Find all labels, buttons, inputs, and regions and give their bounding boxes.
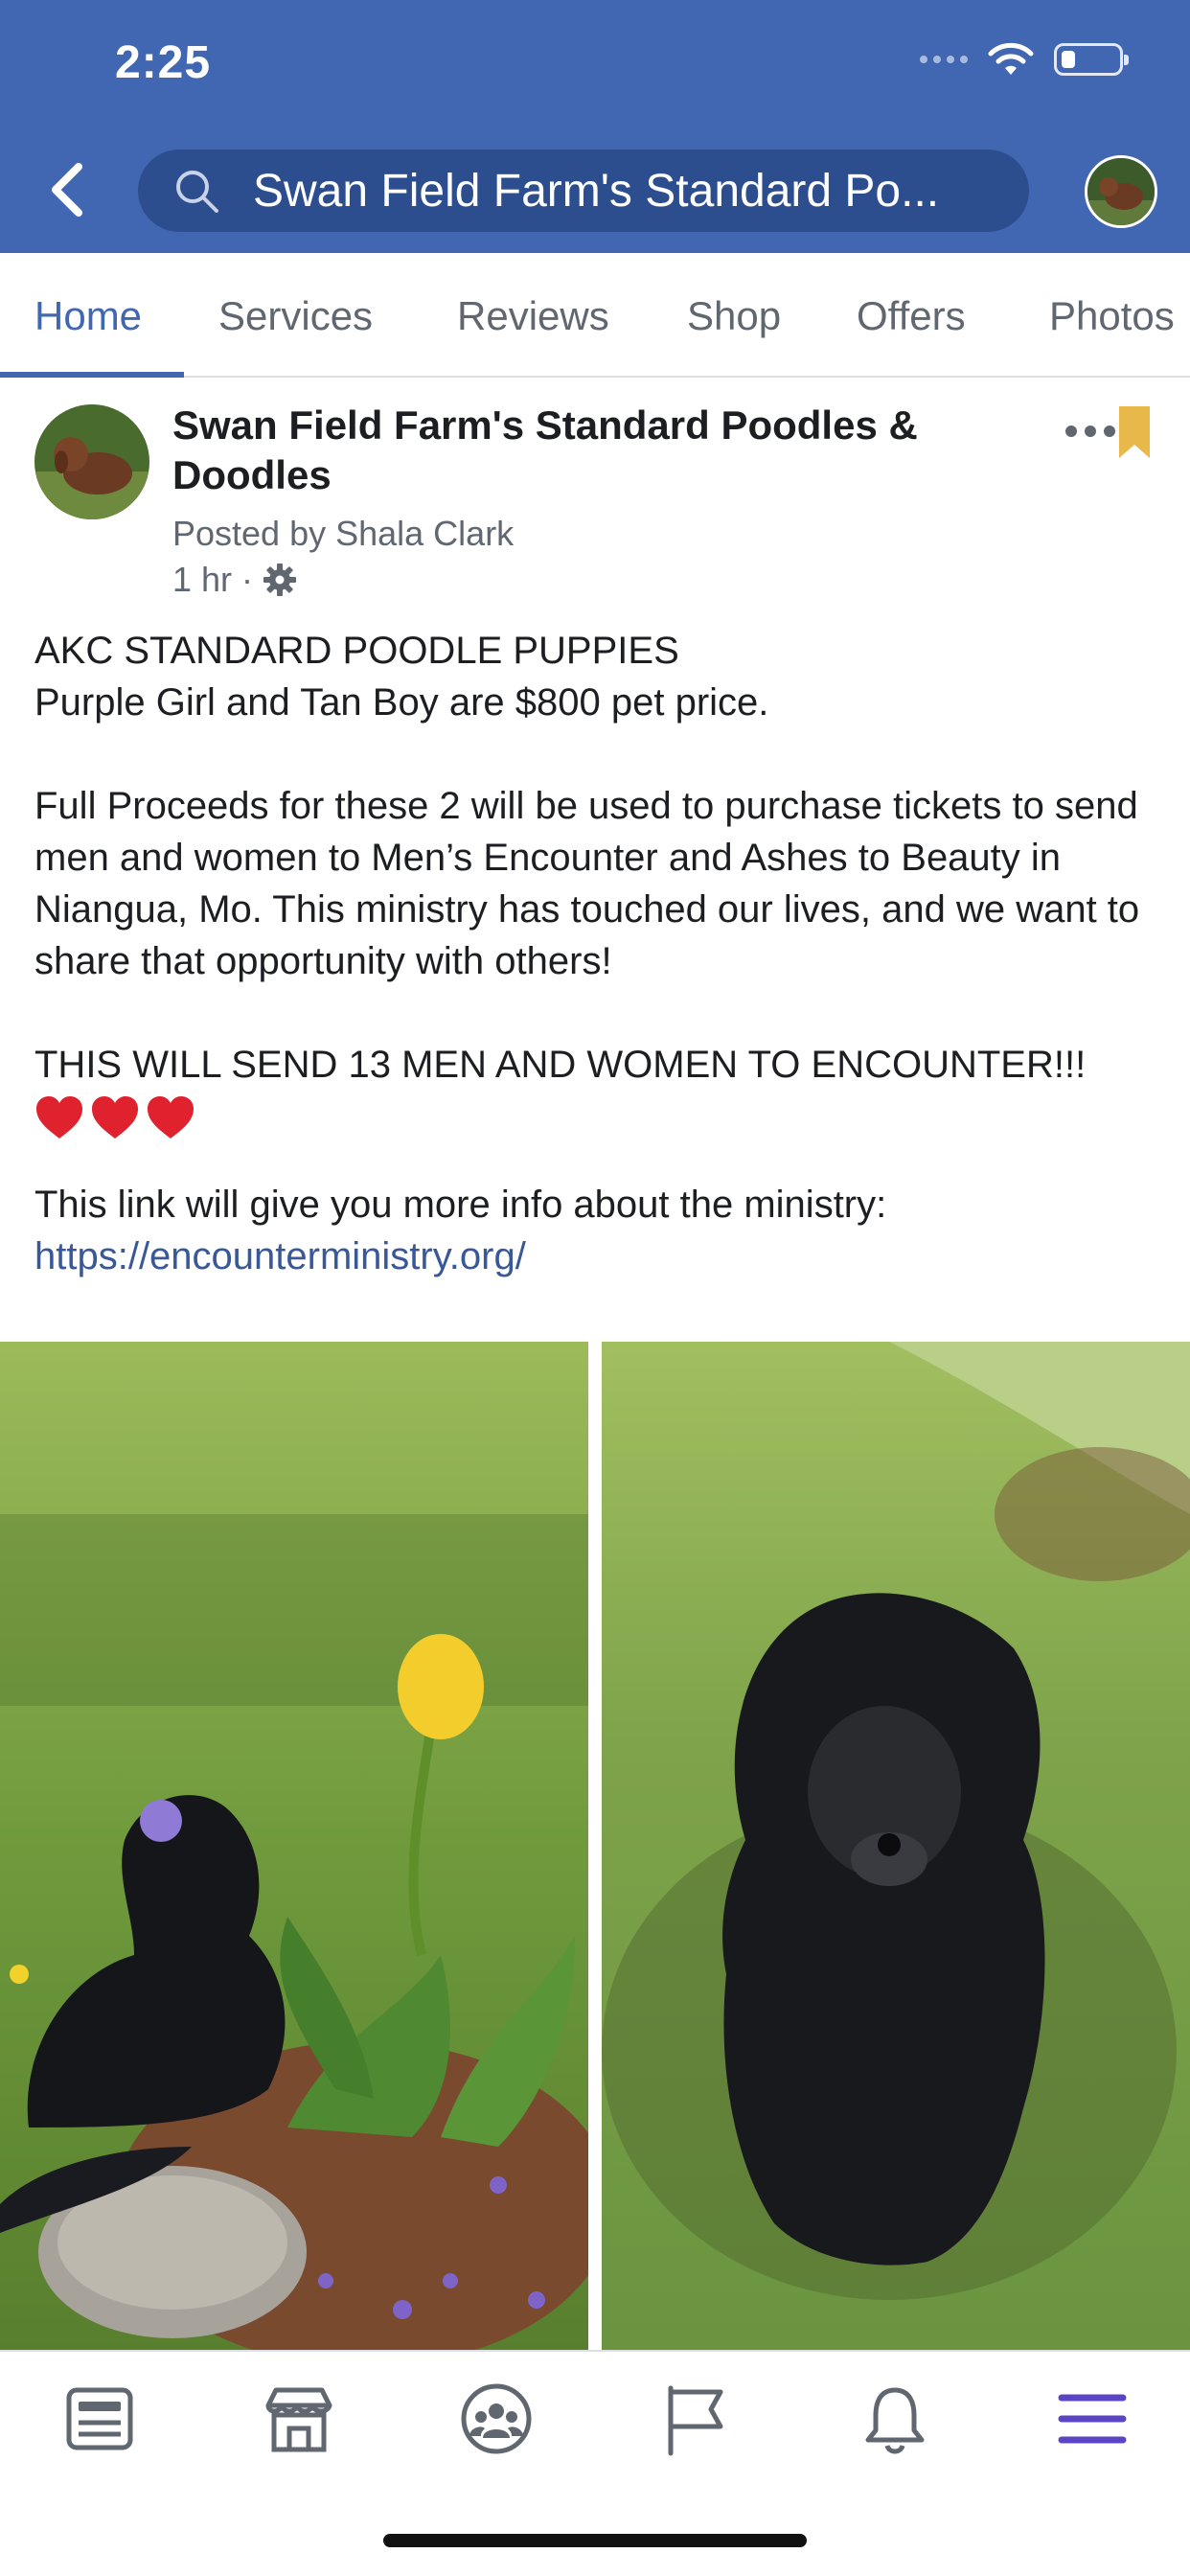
tab-home[interactable]: Home: [34, 293, 142, 339]
post-photo-black-puppy-standing[interactable]: [602, 1342, 1190, 2350]
search-query[interactable]: Swan Field Farm's Standard Po...: [253, 165, 981, 218]
more-options-button[interactable]: [1065, 420, 1119, 443]
post-photo-puppy-with-tulip[interactable]: [0, 1342, 588, 2350]
post-meta: 1 hr ·: [172, 560, 297, 600]
tab-offers[interactable]: Offers: [857, 293, 966, 339]
separator-dot: ·: [241, 560, 254, 599]
gear-icon: [263, 564, 297, 596]
post-paragraph: THIS WILL SEND 13 MEN AND WOMEN TO ENCOU…: [34, 1044, 1087, 1086]
home-indicator[interactable]: [383, 2534, 807, 2547]
post-paragraph: Full Proceeds for these 2 will be used t…: [34, 785, 1140, 982]
puppy-photo-image: [0, 1342, 588, 2350]
post-time: 1 hr: [172, 560, 233, 599]
cellular-signal-icon: [920, 56, 968, 63]
puppy-photo-image: [602, 1342, 1190, 2350]
notifications-bell-icon[interactable]: [857, 2380, 933, 2457]
back-button[interactable]: [46, 161, 90, 218]
post-text: AKC STANDARD POODLE PUPPIES Purple Girl …: [34, 625, 1165, 1282]
red-heart-icon: [36, 1096, 82, 1138]
news-feed-icon[interactable]: [61, 2380, 138, 2457]
tab-shop[interactable]: Shop: [687, 293, 781, 339]
red-heart-icon: [148, 1096, 194, 1138]
pages-flag-icon[interactable]: [657, 2380, 734, 2457]
search-bar[interactable]: Swan Field Farm's Standard Po...: [138, 150, 1029, 232]
page-tabs: Home Services Reviews Shop Offers Photos: [0, 253, 1190, 378]
post-line: AKC STANDARD POODLE PUPPIES: [34, 630, 679, 672]
marketplace-icon[interactable]: [261, 2380, 337, 2457]
ministry-link[interactable]: https://encounterministry.org/: [34, 1235, 526, 1277]
bookmark-icon[interactable]: [1117, 406, 1152, 460]
menu-icon[interactable]: [1054, 2380, 1131, 2457]
battery-icon: [1054, 43, 1129, 76]
post-line: Purple Girl and Tan Boy are $800 pet pri…: [34, 681, 769, 724]
app-header: 2:25 Swan Field Farm's Standard Po...: [0, 0, 1190, 253]
tab-photos[interactable]: Photos: [1049, 293, 1175, 339]
search-icon: [176, 171, 218, 213]
post-page-name[interactable]: Swan Field Farm's Standard Poodles & Doo…: [172, 401, 958, 500]
posted-by: Posted by Shala Clark: [172, 514, 515, 553]
poodle-avatar-image: [1087, 158, 1155, 225]
hearts-emoji: [34, 1094, 1165, 1140]
post-paragraph: This link will give you more info about …: [34, 1184, 887, 1226]
poodle-avatar-image: [34, 404, 149, 519]
tab-reviews[interactable]: Reviews: [457, 293, 609, 339]
tab-services[interactable]: Services: [218, 293, 373, 339]
red-heart-icon: [92, 1096, 138, 1138]
wifi-icon: [988, 42, 1034, 75]
page-avatar[interactable]: [34, 404, 149, 519]
active-tab-indicator: [0, 372, 184, 378]
status-indicators: [920, 42, 1129, 77]
profile-avatar[interactable]: [1085, 155, 1157, 228]
status-time: 2:25: [115, 37, 212, 88]
groups-icon[interactable]: [458, 2380, 535, 2457]
